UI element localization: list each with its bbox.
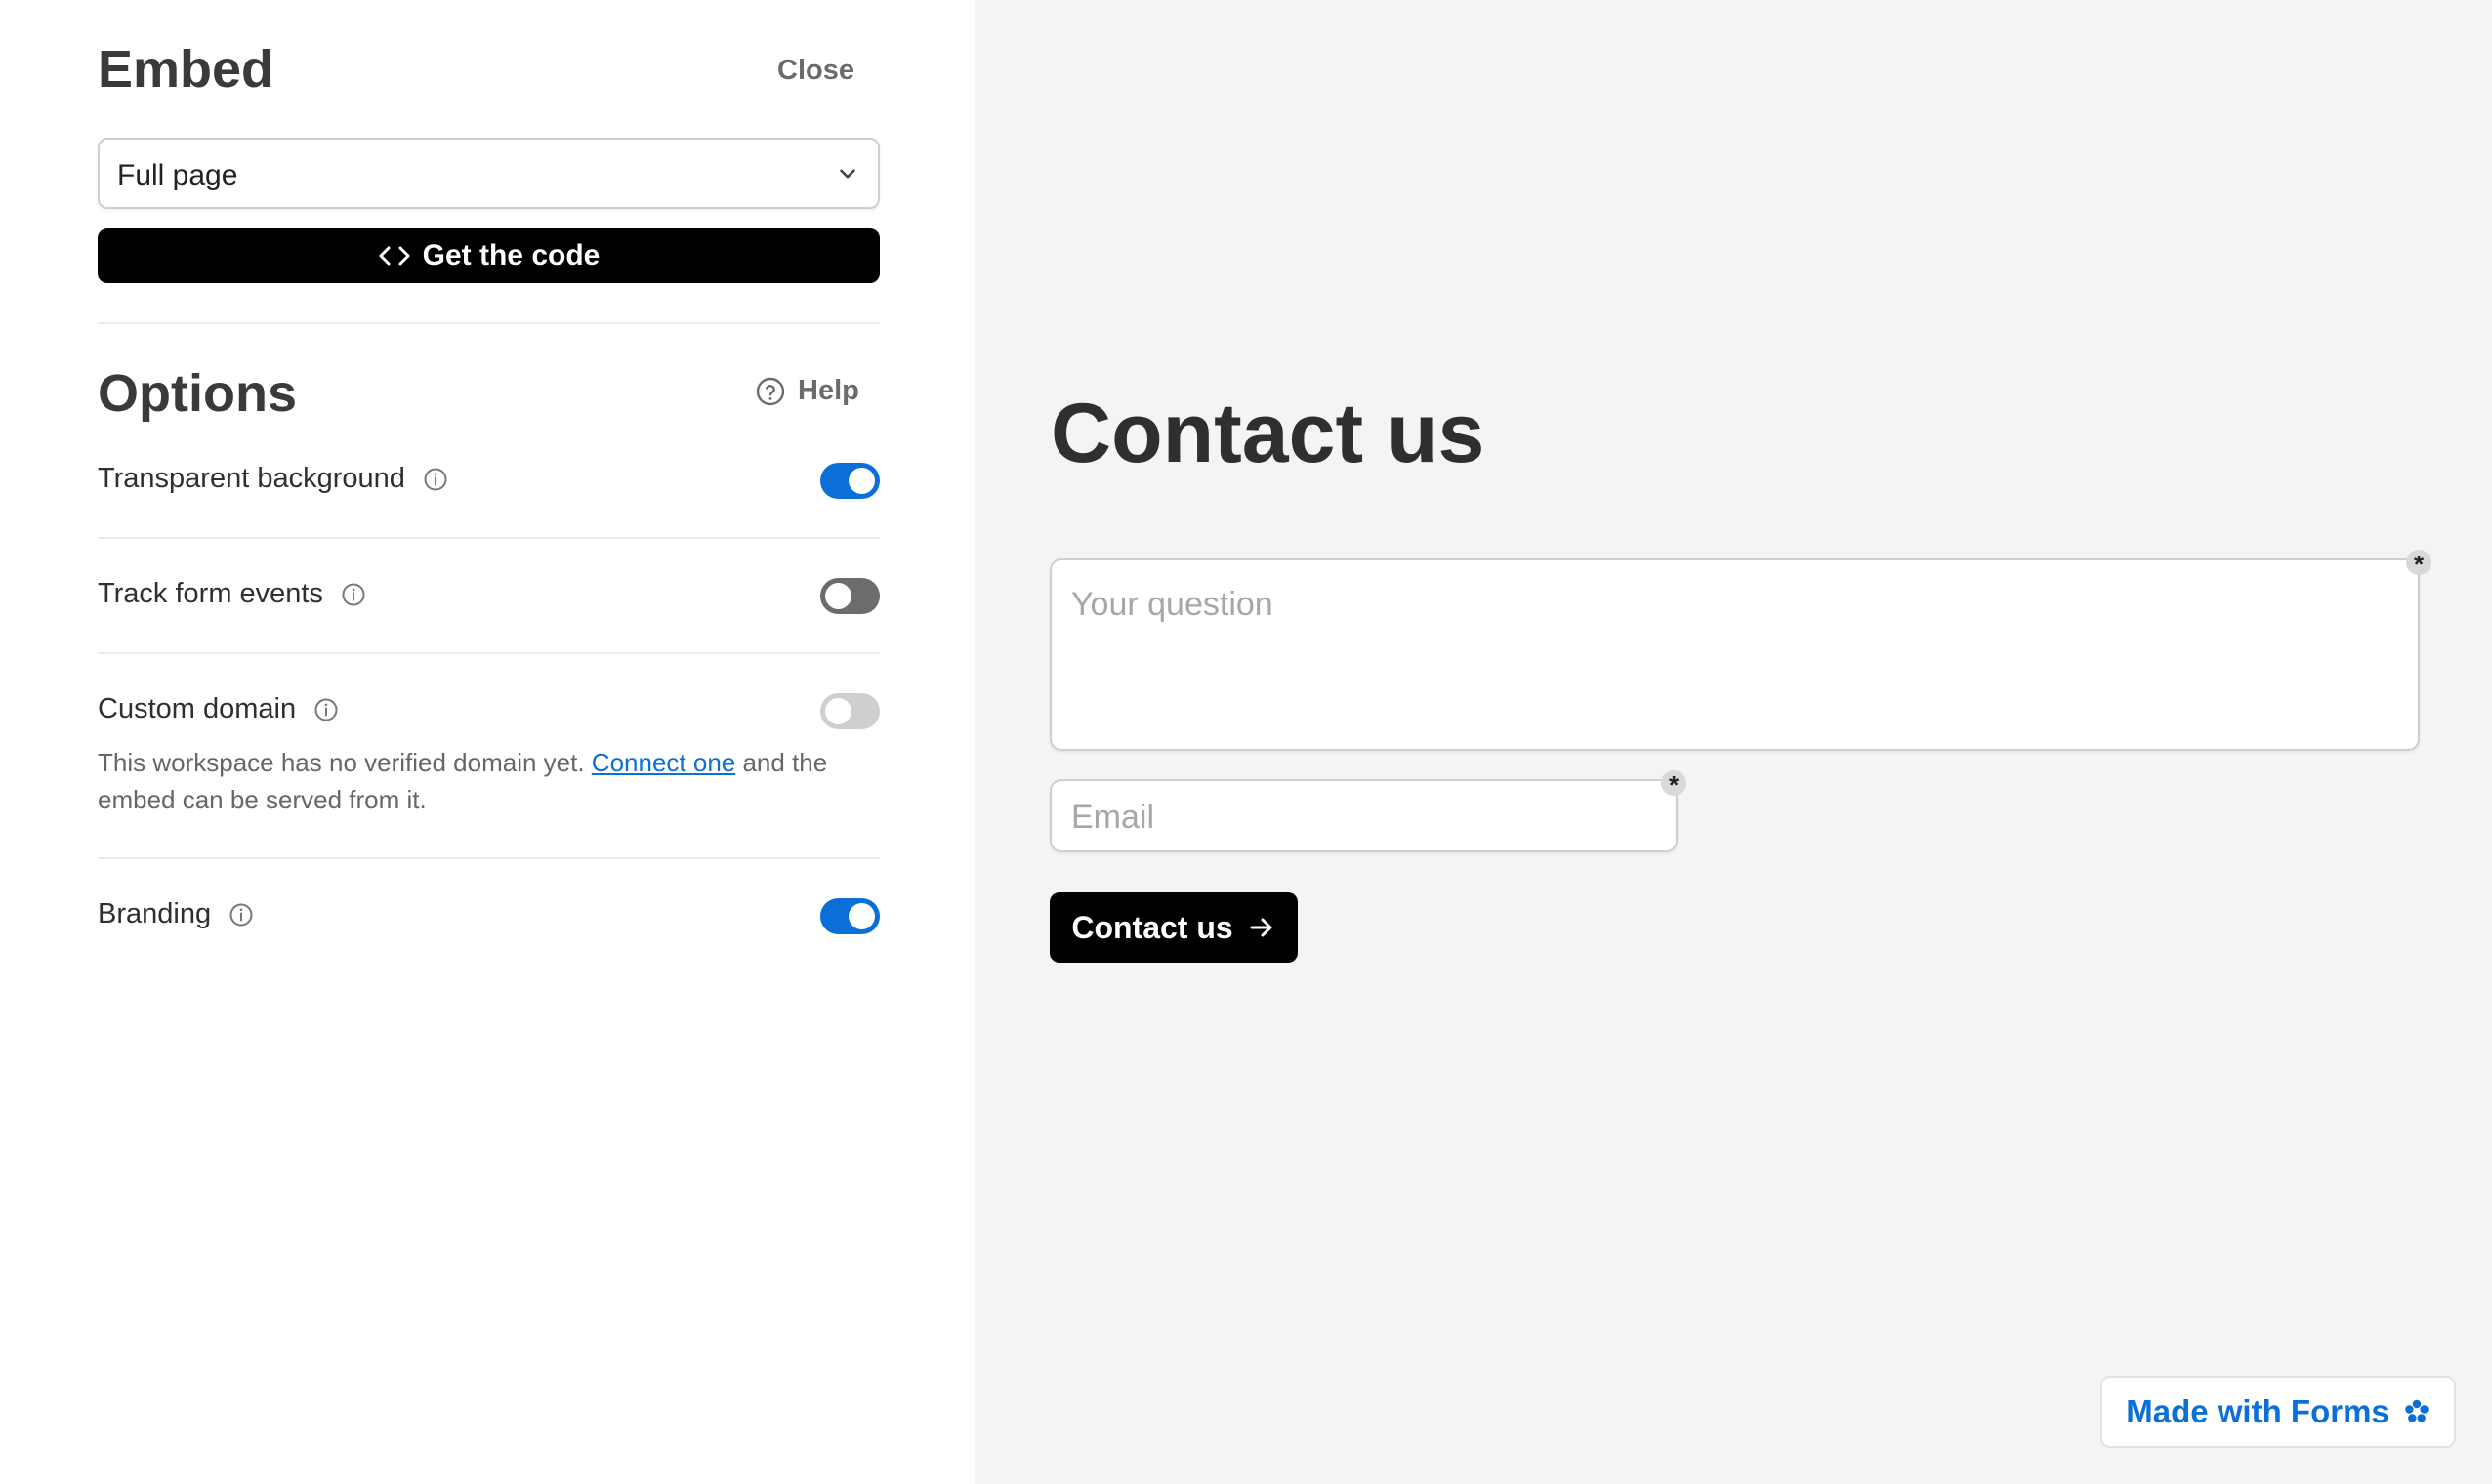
custom-domain-description: This workspace has no verified domain ye… [98, 744, 880, 818]
option-label: Branding [98, 898, 212, 929]
info-icon[interactable] [423, 467, 448, 492]
chevron-down-icon [840, 169, 855, 179]
question-textarea[interactable]: Your question [1050, 558, 2420, 751]
contact-submit-button[interactable]: Contact us [1050, 892, 1298, 963]
track-form-events-toggle[interactable] [820, 578, 880, 614]
get-code-label: Get the code [422, 239, 601, 271]
panel-title: Embed [98, 40, 274, 99]
option-custom-domain: Custom domain [98, 693, 339, 725]
options-title: Options [98, 364, 297, 423]
toggle-knob [849, 903, 875, 929]
close-button[interactable]: Close [777, 55, 854, 87]
info-icon[interactable] [341, 582, 366, 607]
required-marker: * [2406, 550, 2431, 579]
toggle-knob [825, 583, 851, 609]
embed-panel: Embed Close Full page Get the code Optio… [0, 0, 975, 1484]
info-icon[interactable] [313, 697, 339, 722]
email-placeholder: Email [1071, 799, 1155, 836]
embed-type-value: Full page [117, 159, 238, 191]
submit-label: Contact us [1071, 909, 1233, 945]
transparent-background-toggle[interactable] [820, 463, 880, 499]
custom-domain-toggle [820, 693, 880, 729]
toggle-knob [825, 698, 851, 724]
divider [98, 652, 880, 654]
info-icon[interactable] [228, 902, 254, 928]
help-label: Help [798, 375, 859, 406]
help-button[interactable]: Help [755, 375, 859, 407]
option-label: Transparent background [98, 463, 405, 494]
toggle-knob [849, 468, 875, 494]
code-icon [379, 246, 410, 266]
required-marker: * [1661, 770, 1686, 800]
form-preview: Contact us Your question * Email * Conta… [975, 0, 2492, 1484]
description-text: This workspace has no verified domain ye… [98, 748, 592, 777]
badge-label: Made with Forms [2126, 1393, 2389, 1429]
option-label: Track form events [98, 578, 323, 609]
divider [98, 537, 880, 539]
made-with-forms-badge[interactable]: Made with Forms [2100, 1376, 2456, 1448]
email-field[interactable]: Email [1050, 779, 1678, 852]
option-transparent-background: Transparent background [98, 463, 448, 495]
connect-domain-link[interactable]: Connect one [592, 748, 735, 777]
embed-type-select[interactable]: Full page [98, 138, 880, 209]
divider [98, 857, 880, 859]
question-placeholder: Your question [1071, 586, 1273, 623]
arrow-right-icon [1250, 918, 1272, 937]
divider [98, 322, 880, 324]
flower-logo-icon [2404, 1399, 2429, 1422]
branding-toggle[interactable] [820, 898, 880, 934]
form-title: Contact us [1051, 387, 1485, 480]
option-label: Custom domain [98, 693, 297, 724]
question-circle-icon [756, 377, 785, 405]
option-track-form-events: Track form events [98, 578, 366, 610]
option-branding: Branding [98, 898, 254, 930]
get-code-button[interactable]: Get the code [98, 228, 880, 283]
